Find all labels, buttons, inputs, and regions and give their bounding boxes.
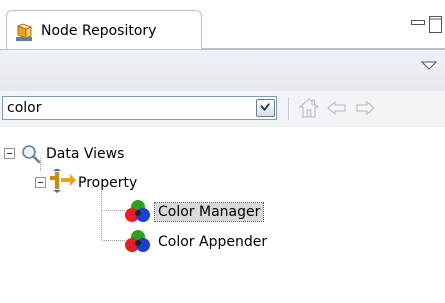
view-menu-chevron-icon[interactable] <box>421 59 437 71</box>
node-tree: Data Views Property Color Manager Color … <box>0 127 445 303</box>
search-bar <box>0 91 445 127</box>
arrow-right-icon[interactable] <box>355 100 375 116</box>
search-combo[interactable] <box>2 96 277 120</box>
tree-item-color-manager[interactable]: Color Manager <box>153 202 265 222</box>
search-input[interactable] <box>3 97 253 119</box>
chevron-down-icon <box>260 103 270 111</box>
color-node-icon <box>125 200 150 222</box>
node-repository-view: Node Repository color Data Views Propert… <box>0 0 445 303</box>
tree-item-data-views[interactable]: Data Views <box>46 145 124 163</box>
tab-node-repository[interactable]: Node Repository <box>6 10 202 50</box>
tree-guide-line <box>102 210 125 211</box>
view-toolbar <box>0 49 445 91</box>
tab-strip: Node Repository <box>0 0 445 50</box>
tab-title: Node Repository <box>41 23 157 39</box>
collapse-toggle-property[interactable] <box>35 177 46 188</box>
tree-guide-line <box>102 240 125 241</box>
minimize-icon[interactable] <box>411 20 425 30</box>
collapse-toggle-data-views[interactable] <box>4 148 15 159</box>
node-repository-icon <box>16 23 33 41</box>
color-node-icon <box>125 230 150 252</box>
arrow-left-icon[interactable] <box>327 100 347 116</box>
dropdown-button[interactable] <box>256 99 275 117</box>
home-icon[interactable] <box>299 97 319 119</box>
tree-guide-line <box>101 191 102 240</box>
search-icon <box>22 145 41 164</box>
tree-item-color-appender[interactable]: Color Appender <box>158 233 267 251</box>
maximize-icon[interactable] <box>429 16 442 33</box>
property-icon <box>50 169 76 193</box>
toolbar-separator <box>288 98 289 120</box>
tree-item-property[interactable]: Property <box>78 174 137 192</box>
